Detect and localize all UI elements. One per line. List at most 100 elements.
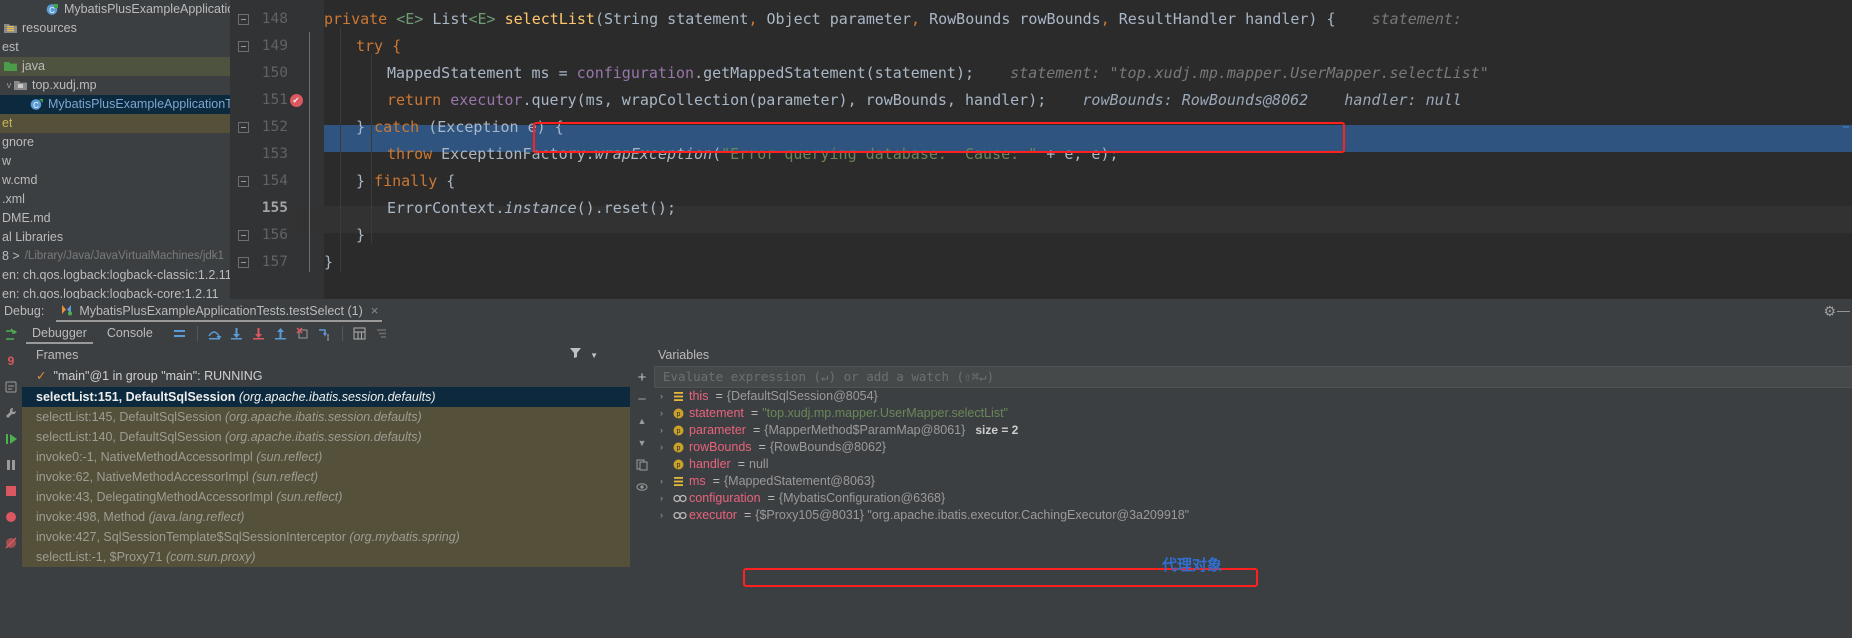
tab-console[interactable]: Console xyxy=(97,322,163,344)
variable-row-statement[interactable]: › p statement = "top.xudj.mp.mapper.User… xyxy=(654,405,1852,422)
variable-row-ms[interactable]: › ms = {MappedStatement@8063} xyxy=(654,473,1852,490)
frame-row[interactable]: selectList:140, DefaultSqlSession (org.a… xyxy=(22,427,630,447)
code-editor[interactable]: 148 private <E> List<E> selectList(Strin… xyxy=(230,0,1852,299)
stop-icon[interactable] xyxy=(0,478,22,504)
debug-session-tab[interactable]: MybatisPlusExampleApplicationTests.testS… xyxy=(56,299,383,322)
tree-item[interactable]: et xyxy=(0,114,230,133)
move-down-icon[interactable]: ▼ xyxy=(630,432,654,454)
variable-row-rowbounds[interactable]: › p rowBounds = {RowBounds@8062} xyxy=(654,439,1852,456)
code-text: ErrorContext. xyxy=(387,199,505,217)
inline-hint-handler: handler: null xyxy=(1344,91,1462,109)
tree-item[interactable]: al Libraries xyxy=(0,228,230,247)
frame-row[interactable]: selectList:-1, $Proxy71 (com.sun.proxy) xyxy=(22,547,630,567)
tree-item[interactable]: en: ch.qos.logback:logback-core:1.2.11 xyxy=(0,285,230,299)
variable-row-executor[interactable]: › executor = {$Proxy105@8031} "org.apach… xyxy=(654,507,1852,524)
chevron-right-icon[interactable]: › xyxy=(660,422,673,439)
fold-marker-icon[interactable] xyxy=(238,176,249,187)
code-text: } xyxy=(356,118,375,136)
minus-icon[interactable]: − xyxy=(630,388,654,410)
mute-breakpoints-icon[interactable] xyxy=(0,530,22,556)
frames-list[interactable]: ✓ "main"@1 in group "main": RUNNING sele… xyxy=(22,366,630,638)
evaluate-expression-input[interactable]: Evaluate expression (↵) or add a watch (… xyxy=(654,366,1852,388)
thread-row[interactable]: ✓ "main"@1 in group "main": RUNNING xyxy=(22,366,630,387)
frame-package: (org.apache.ibatis.session.defaults) xyxy=(225,430,422,444)
drop-frame-icon[interactable] xyxy=(292,323,314,343)
tree-item-label: et xyxy=(2,116,13,130)
code-keyword: throw xyxy=(387,145,433,163)
evaluate-expression-icon[interactable] xyxy=(349,323,371,343)
frame-row[interactable]: invoke0:-1, NativeMethodAccessorImpl (su… xyxy=(22,447,630,467)
restore-layout-icon[interactable] xyxy=(0,374,22,400)
parameter-icon: p xyxy=(673,459,689,470)
fold-marker-icon[interactable] xyxy=(238,41,249,52)
fold-marker-icon[interactable] xyxy=(238,230,249,241)
variable-row-configuration[interactable]: › configuration = {MybatisConfiguration@… xyxy=(654,490,1852,507)
tree-item[interactable]: .xml xyxy=(0,190,230,209)
show-execution-point-icon[interactable] xyxy=(169,323,191,343)
variable-row-parameter[interactable]: › p parameter = {MapperMethod$ParamMap@8… xyxy=(654,422,1852,439)
plus-icon[interactable]: + xyxy=(630,366,654,388)
frame-row[interactable]: invoke:62, NativeMethodAccessorImpl (sun… xyxy=(22,467,630,487)
settings-wrench-icon[interactable] xyxy=(0,400,22,426)
chevron-down-icon[interactable]: v xyxy=(4,76,14,95)
chevron-right-icon[interactable]: › xyxy=(660,388,673,405)
run-to-cursor-icon[interactable] xyxy=(314,323,336,343)
chevron-right-icon[interactable]: › xyxy=(660,507,673,524)
step-out-icon[interactable] xyxy=(270,323,292,343)
project-tree-panel[interactable]: C MybatisPlusExampleApplication resource… xyxy=(0,0,230,299)
frame-row[interactable]: invoke:427, SqlSessionTemplate$SqlSessio… xyxy=(22,527,630,547)
step-over-icon[interactable] xyxy=(204,323,226,343)
filter-icon[interactable] xyxy=(569,346,582,364)
rerun-icon[interactable] xyxy=(0,322,22,348)
move-up-icon[interactable]: ▲ xyxy=(630,410,654,432)
tree-item-test-class[interactable]: C MybatisPlusExampleApplicationTes xyxy=(0,95,230,114)
tree-item-java[interactable]: java xyxy=(0,57,230,76)
variable-value: {MybatisConfiguration@6368} xyxy=(778,491,946,505)
watch-icon[interactable] xyxy=(630,476,654,498)
tree-item[interactable]: gnore xyxy=(0,133,230,152)
minimize-icon[interactable]: — xyxy=(1837,303,1850,318)
tree-item[interactable]: C MybatisPlusExampleApplication xyxy=(0,0,230,19)
tab-debugger[interactable]: Debugger xyxy=(22,322,97,344)
copy-icon[interactable] xyxy=(630,454,654,476)
chain-icon xyxy=(673,511,689,520)
chevron-right-icon[interactable]: › xyxy=(660,473,673,490)
step-into-icon[interactable] xyxy=(226,323,248,343)
frame-row[interactable]: invoke:498, Method (java.lang.reflect) xyxy=(22,507,630,527)
field-list-icon xyxy=(673,391,689,402)
pause-program-icon[interactable] xyxy=(0,452,22,478)
variable-row-this[interactable]: › this = {DefaultSqlSession@8054} xyxy=(654,388,1852,405)
frame-row[interactable]: selectList:145, DefaultSqlSession (org.a… xyxy=(22,407,630,427)
tree-item[interactable]: est xyxy=(0,38,230,57)
variable-name: parameter xyxy=(689,423,746,437)
tree-item-package[interactable]: v top.xudj.mp xyxy=(0,76,230,95)
resume-program-icon[interactable] xyxy=(0,426,22,452)
force-step-into-icon[interactable] xyxy=(248,323,270,343)
close-icon[interactable]: × xyxy=(371,303,379,318)
chevron-right-icon[interactable]: › xyxy=(660,490,673,507)
breakpoint-icon[interactable]: ✔ xyxy=(290,94,303,107)
debug-left-rail: 9 xyxy=(0,322,22,638)
frame-row[interactable]: selectList:151, DefaultSqlSession (org.a… xyxy=(22,387,630,407)
fold-marker-icon[interactable] xyxy=(238,14,249,25)
gear-icon[interactable]: ⚙ xyxy=(1823,303,1836,320)
variable-row-handler[interactable]: p handler = null xyxy=(654,456,1852,473)
chevron-right-icon[interactable]: › xyxy=(660,439,673,456)
chevron-right-icon[interactable]: › xyxy=(660,405,673,422)
chevron-down-icon[interactable]: ▼ xyxy=(590,351,598,360)
mute-breakpoints-icon[interactable] xyxy=(371,323,393,343)
frame-package: (org.apache.ibatis.session.defaults) xyxy=(238,390,436,404)
variables-list[interactable]: › this = {DefaultSqlSession@8054} › p st… xyxy=(654,388,1852,638)
tree-item[interactable]: en: ch.qos.logback:logback-classic:1.2.1… xyxy=(0,266,230,285)
frame-row[interactable]: invoke:43, DelegatingMethodAccessorImpl … xyxy=(22,487,630,507)
code-line-157: 157 } xyxy=(230,249,1852,276)
tree-item[interactable]: w.cmd xyxy=(0,171,230,190)
view-breakpoints-icon[interactable] xyxy=(0,504,22,530)
tree-item[interactable]: DME.md xyxy=(0,209,230,228)
code-generic: <E> xyxy=(396,10,424,28)
tree-item-jdk[interactable]: 8 > /Library/Java/JavaVirtualMachines/jd… xyxy=(0,247,230,266)
tree-item[interactable]: resources xyxy=(0,19,230,38)
tree-item[interactable]: w xyxy=(0,152,230,171)
fold-marker-icon[interactable] xyxy=(238,122,249,133)
fold-marker-icon[interactable] xyxy=(238,257,249,268)
